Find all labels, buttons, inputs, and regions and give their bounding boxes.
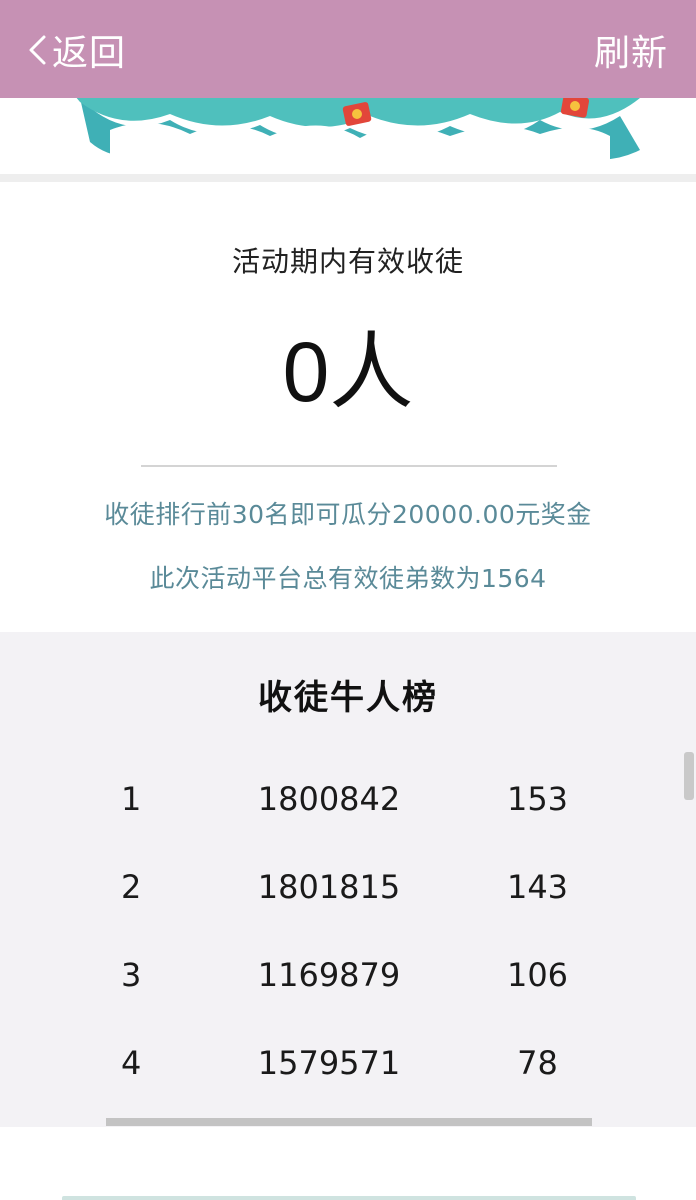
leaderboard-row: 1 1800842 153 <box>0 754 696 842</box>
user-id: 1579571 <box>257 1044 401 1082</box>
cloud-banner-graphic <box>70 90 640 174</box>
leaderboard-title: 收徒牛人榜 <box>258 678 438 718</box>
decorative-banner <box>0 90 696 174</box>
back-label: 返回 <box>52 33 127 74</box>
leaderboard-list[interactable]: 1 1800842 153 2 1801815 143 3 1169879 10… <box>0 754 696 1106</box>
stats-title: 活动期内有效收徒 <box>231 245 464 278</box>
section-gap <box>0 174 696 182</box>
horizontal-scrollbar[interactable] <box>106 1118 592 1126</box>
prize-note: 收徒排行前30名即可瓜分20000.00元奖金 <box>104 500 592 529</box>
user-id: 1169879 <box>257 956 401 994</box>
apprentice-total: 106 <box>506 956 569 994</box>
rank-number: 3 <box>121 956 142 994</box>
divider <box>141 465 557 467</box>
leaderboard-panel: 收徒牛人榜 1 1800842 153 2 1801815 143 3 1169… <box>0 632 696 1127</box>
count-value: 0 <box>282 325 330 419</box>
rank-number: 2 <box>121 868 142 906</box>
apprentice-total: 153 <box>506 780 569 818</box>
user-id: 1801815 <box>257 868 401 906</box>
count-unit: 人 <box>329 325 414 419</box>
rank-number: 4 <box>121 1044 142 1082</box>
apprentice-total: 78 <box>517 1044 558 1082</box>
vertical-scrollbar[interactable] <box>684 752 694 800</box>
user-id: 1800842 <box>257 780 401 818</box>
leaderboard-row: 3 1169879 106 <box>0 930 696 1018</box>
chevron-left-icon <box>29 35 46 65</box>
leaderboard-row: 2 1801815 143 <box>0 842 696 930</box>
apprentice-total: 143 <box>506 868 569 906</box>
back-button[interactable]: 返回 <box>26 22 126 78</box>
apprentice-count: 0人 <box>0 322 696 422</box>
bottom-area <box>0 1127 696 1200</box>
rank-number: 1 <box>121 780 142 818</box>
platform-total-note: 此次活动平台总有效徒弟数为1564 <box>149 564 547 593</box>
stats-card: 活动期内有效收徒 0人 收徒排行前30名即可瓜分20000.00元奖金 此次活动… <box>0 182 696 632</box>
bottom-button-edge[interactable] <box>62 1196 636 1200</box>
refresh-button[interactable]: 刷新 <box>594 22 668 78</box>
leaderboard-row: 4 1579571 78 <box>0 1018 696 1106</box>
top-nav-bar: 返回 刷新 <box>0 0 696 98</box>
